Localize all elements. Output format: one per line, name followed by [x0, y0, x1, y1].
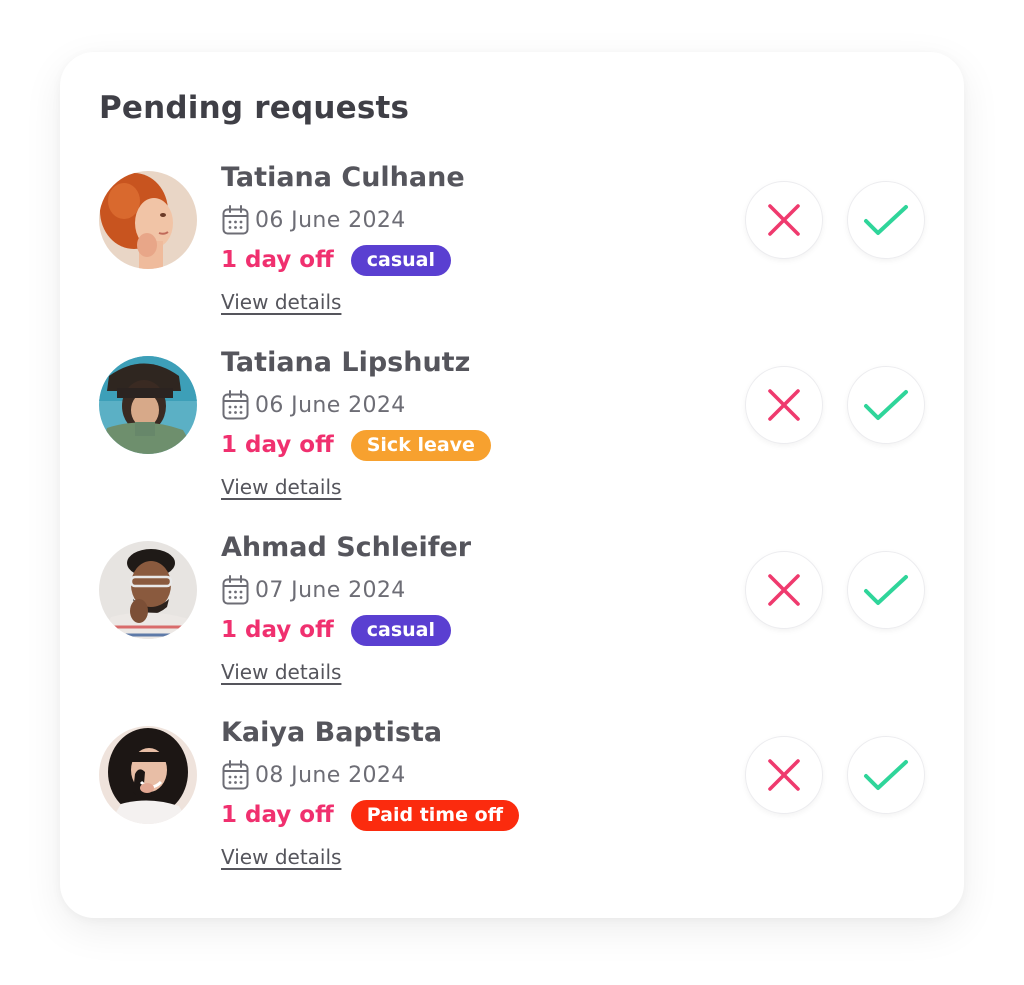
check-icon — [864, 760, 908, 790]
close-icon — [768, 389, 800, 421]
close-icon — [768, 204, 800, 236]
approve-button[interactable] — [847, 736, 925, 814]
view-details-link[interactable]: View details — [221, 845, 341, 869]
calendar-icon — [222, 205, 249, 235]
date-text: 06 June 2024 — [255, 392, 406, 418]
request-row: Tatiana Lipshutz 06 June 2024 1 day off … — [60, 237, 964, 499]
reject-button[interactable] — [745, 736, 823, 814]
request-date: 06 June 2024 — [222, 389, 406, 421]
leave-duration: 1 day off — [221, 802, 334, 828]
calendar-icon — [222, 390, 249, 420]
leave-type-badge: Paid time off — [350, 799, 520, 831]
requester-name: Tatiana Culhane — [221, 162, 465, 193]
pending-requests-card: Pending requests Tatiana Culhane 06 June… — [60, 52, 964, 918]
requester-name: Ahmad Schleifer — [221, 532, 472, 563]
request-date: 07 June 2024 — [222, 574, 406, 606]
requester-name: Kaiya Baptista — [221, 717, 443, 748]
calendar-icon — [222, 575, 249, 605]
date-text: 08 June 2024 — [255, 762, 406, 788]
request-row: Ahmad Schleifer 07 June 2024 1 day off c… — [60, 422, 964, 684]
leave-summary: 1 day off Paid time off — [221, 799, 520, 831]
close-icon — [768, 759, 800, 791]
close-icon — [768, 574, 800, 606]
calendar-icon — [222, 760, 249, 790]
date-text: 07 June 2024 — [255, 577, 406, 603]
avatar — [99, 726, 197, 824]
requester-name: Tatiana Lipshutz — [221, 347, 471, 378]
request-row: Kaiya Baptista 08 June 2024 1 day off Pa… — [60, 607, 964, 869]
request-date: 08 June 2024 — [222, 759, 406, 791]
check-icon — [864, 575, 908, 605]
check-icon — [864, 390, 908, 420]
date-text: 06 June 2024 — [255, 207, 406, 233]
request-date: 06 June 2024 — [222, 204, 406, 236]
request-row: Tatiana Culhane 06 June 2024 1 day off c… — [60, 52, 964, 314]
check-icon — [864, 205, 908, 235]
